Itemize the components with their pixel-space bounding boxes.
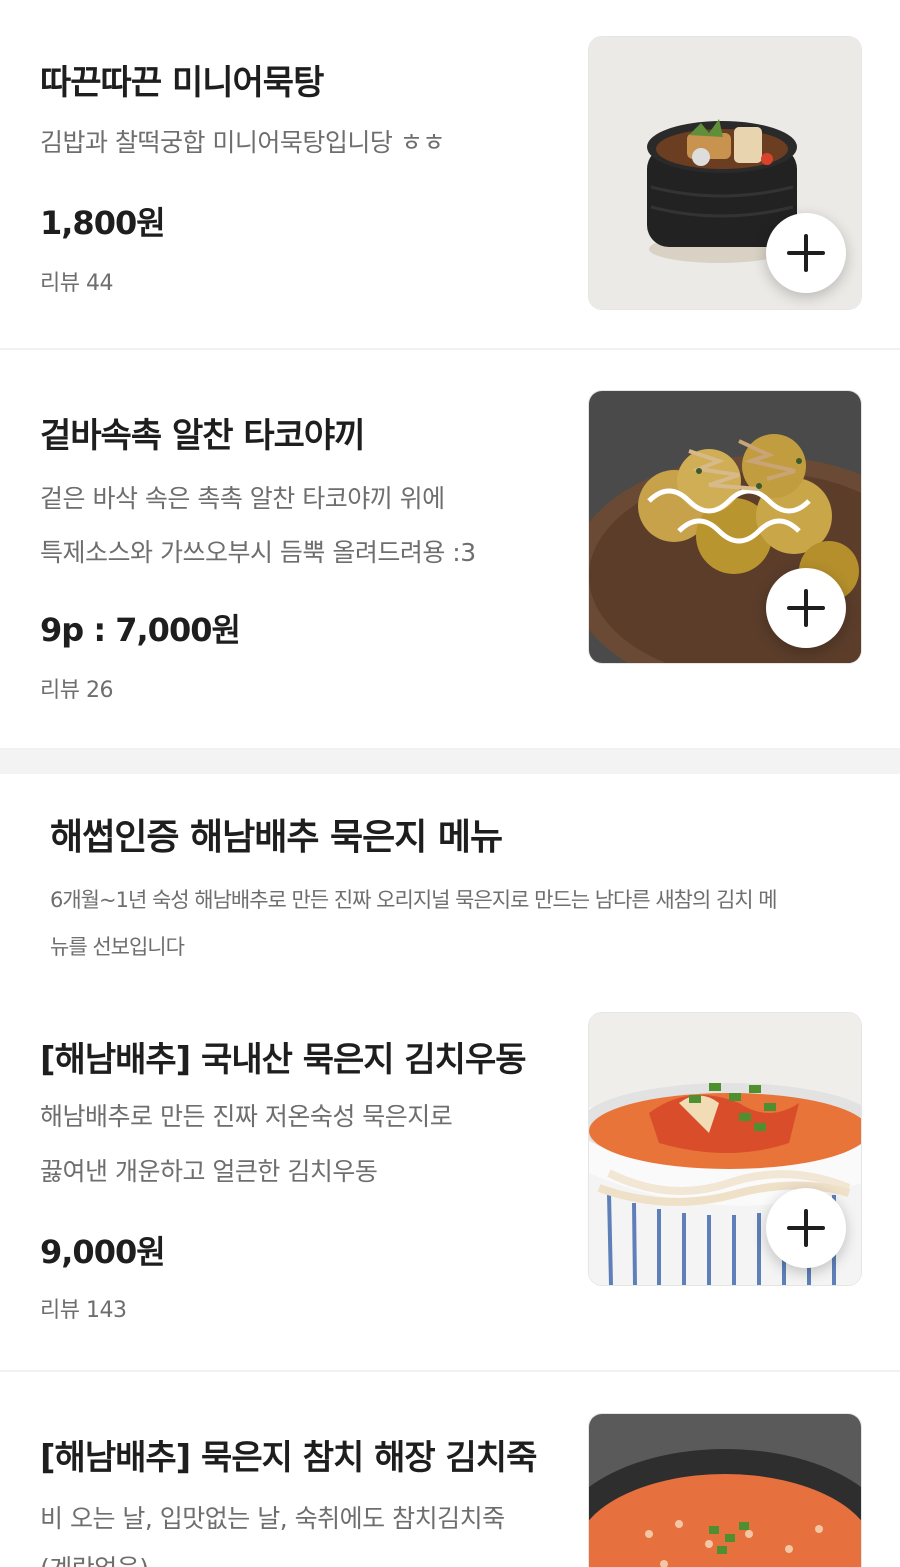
menu-item-name: 겉바속촉 알찬 타코야끼 xyxy=(40,416,365,456)
menu-item-description: 해남배추로 만든 진짜 저온숙성 묵은지로 xyxy=(40,1102,453,1131)
menu-item[interactable]: 따끈따끈 미니어묵탕 김밥과 찰떡궁합 미니어묵탕입니당 ㅎㅎ 1,800원 리… xyxy=(0,0,900,350)
section-description: 6개월~1년 숙성 해남배추로 만든 진짜 오리지널 묵은지로 만드는 남다른 … xyxy=(50,888,778,912)
menu-item-review-count: 리뷰 143 xyxy=(40,1298,127,1323)
section-header: 해썹인증 해남배추 묵은지 메뉴 6개월~1년 숙성 해남배추로 만든 진짜 오… xyxy=(0,774,900,1004)
section-description: 뉴를 선보입니다 xyxy=(50,935,185,959)
add-to-cart-button[interactable] xyxy=(766,1188,846,1268)
add-to-cart-button[interactable] xyxy=(766,568,846,648)
menu-item[interactable]: [해남배추] 묵은지 참치 해장 김치죽 비 오는 날, 입맛없는 날, 숙취에… xyxy=(0,1372,900,1567)
menu-item-name: [해남배추] 국내산 묵은지 김치우동 xyxy=(40,1040,527,1080)
menu-item-price: 9p : 7,000원 xyxy=(40,611,241,649)
menu-item-name: [해남배추] 묵은지 참치 해장 김치죽 xyxy=(40,1438,537,1478)
menu-item-description: 끓여낸 개운하고 얼큰한 김치우동 xyxy=(40,1157,378,1186)
menu-item-description: 비 오는 날, 입맛없는 날, 숙취에도 참치김치죽 xyxy=(40,1504,505,1533)
menu-item-description: (계란없음) xyxy=(40,1542,149,1567)
menu-item-description: 특제소스와 가쓰오부시 듬뿍 올려드려용 :3 xyxy=(40,538,476,567)
section-divider xyxy=(0,750,900,774)
add-to-cart-button[interactable] xyxy=(766,213,846,293)
section-title: 해썹인증 해남배추 묵은지 메뉴 xyxy=(50,817,503,858)
menu-item-review-count: 리뷰 26 xyxy=(40,678,113,703)
menu-item[interactable]: 겉바속촉 알찬 타코야끼 겉은 바삭 속은 촉촉 알찬 타코야끼 위에 특제소스… xyxy=(0,350,900,750)
menu-item[interactable]: [해남배추] 국내산 묵은지 김치우동 해남배추로 만든 진짜 저온숙성 묵은지… xyxy=(0,1002,900,1372)
menu-item-price: 1,800원 xyxy=(40,204,166,242)
tuna-kimchi-porridge-image xyxy=(589,1414,861,1567)
menu-item-price: 9,000원 xyxy=(40,1233,166,1271)
menu-item-description: 겉은 바삭 속은 촉촉 알찬 타코야끼 위에 xyxy=(40,484,445,513)
menu-item-description: 김밥과 찰떡궁합 미니어묵탕입니당 ㅎㅎ xyxy=(40,128,445,157)
menu-item-name: 따끈따끈 미니어묵탕 xyxy=(40,63,324,103)
menu-item-photo-tuna-kimchi-porridge[interactable] xyxy=(588,1413,862,1567)
menu-item-review-count: 리뷰 44 xyxy=(40,271,113,296)
